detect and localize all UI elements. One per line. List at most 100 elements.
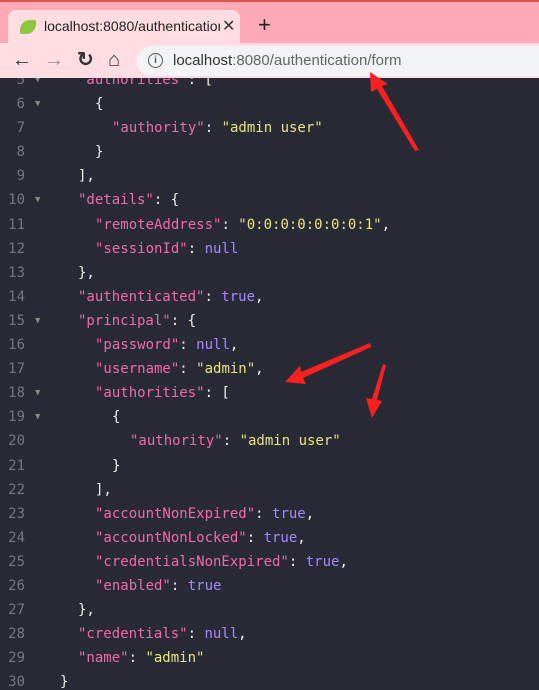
json-punctuation: }, bbox=[78, 602, 95, 619]
line-content: "password": null, bbox=[95, 333, 238, 357]
json-punctuation: , bbox=[255, 361, 264, 378]
json-punctuation: : bbox=[179, 361, 197, 378]
json-key: "credentials" bbox=[78, 626, 188, 643]
reload-icon[interactable]: ↻ bbox=[77, 48, 94, 72]
line-content: "authority": "admin user" bbox=[112, 116, 323, 140]
forward-arrow-icon[interactable]: → bbox=[44, 48, 64, 72]
line-content: "authorities": [ bbox=[78, 78, 213, 92]
json-punctuation: : bbox=[288, 553, 306, 570]
url-path: :8080/authentication/form bbox=[232, 52, 402, 69]
json-punctuation: : bbox=[128, 650, 146, 667]
json-punctuation: : bbox=[170, 577, 188, 594]
line-content: "accountNonLocked": true, bbox=[95, 526, 306, 550]
line-content: "authority": "admin user" bbox=[130, 429, 341, 453]
json-punctuation: }, bbox=[78, 264, 95, 281]
json-key: "authorities" bbox=[78, 78, 188, 88]
json-punctuation: , bbox=[305, 505, 315, 522]
line-content: }, bbox=[78, 261, 95, 285]
line-number: 30 bbox=[8, 674, 25, 690]
json-key: "details" bbox=[78, 192, 154, 209]
json-key: "password" bbox=[95, 337, 180, 354]
line-number: 7 bbox=[16, 120, 25, 137]
line-number: 15 bbox=[8, 312, 25, 329]
line-number: 27 bbox=[8, 602, 25, 619]
json-punctuation: : bbox=[187, 626, 205, 643]
back-arrow-icon[interactable]: ← bbox=[12, 48, 32, 72]
json-literal: null bbox=[204, 626, 239, 643]
json-key: "authenticated" bbox=[78, 288, 205, 305]
line-content: "principal": { bbox=[78, 309, 196, 333]
tab-title: localhost:8080/authentication/form bbox=[44, 18, 220, 34]
json-punctuation: } bbox=[60, 674, 69, 690]
line-content: "credentialsNonExpired": true, bbox=[95, 550, 348, 574]
line-number: 11 bbox=[8, 216, 25, 233]
line-content: "remoteAddress": "0:0:0:0:0:0:0:1", bbox=[95, 213, 390, 237]
browser-tab[interactable]: localhost:8080/authentication/form ✕ bbox=[8, 10, 240, 45]
close-icon[interactable]: ✕ bbox=[222, 16, 235, 36]
line-number: 20 bbox=[8, 433, 25, 450]
line-content: "name": "admin" bbox=[78, 646, 204, 670]
line-number: 25 bbox=[8, 553, 25, 570]
json-key: "accountNonExpired" bbox=[95, 505, 256, 522]
line-content: "authenticated": true, bbox=[78, 285, 263, 309]
line-content: "authorities": [ bbox=[95, 381, 230, 405]
line-number: 19 bbox=[8, 409, 25, 426]
spring-leaf-favicon-icon bbox=[20, 20, 36, 34]
json-literal: true bbox=[187, 577, 222, 594]
line-number: 12 bbox=[8, 240, 25, 257]
json-punctuation: : bbox=[179, 337, 197, 354]
line-number: 8 bbox=[16, 144, 25, 161]
fold-toggle-icon[interactable]: ▼ bbox=[35, 188, 40, 212]
json-literal: true bbox=[221, 288, 256, 305]
line-content: } bbox=[112, 454, 120, 478]
json-punctuation: ], bbox=[78, 168, 95, 185]
json-literal: true bbox=[272, 505, 306, 522]
url-text[interactable]: localhost:8080/authentication/form bbox=[173, 52, 401, 69]
line-number: 24 bbox=[8, 529, 25, 546]
toolbar: ← → ↻ ⌂ i localhost:8080/authentication/… bbox=[0, 43, 539, 78]
json-punctuation: ], bbox=[95, 481, 112, 498]
line-content: "accountNonExpired": true, bbox=[95, 502, 314, 526]
home-icon[interactable]: ⌂ bbox=[108, 48, 120, 72]
fold-toggle-icon[interactable]: ▼ bbox=[35, 78, 40, 92]
json-literal: true bbox=[263, 529, 298, 546]
line-content: } bbox=[95, 140, 103, 164]
line-number: 28 bbox=[8, 626, 25, 643]
json-punctuation: , bbox=[255, 288, 264, 305]
fold-toggle-icon[interactable]: ▼ bbox=[35, 405, 40, 429]
plus-icon[interactable]: + bbox=[258, 14, 271, 36]
line-content: "enabled": true bbox=[95, 574, 221, 598]
line-number: 9 bbox=[16, 168, 25, 185]
json-punctuation: : { bbox=[170, 312, 197, 329]
json-punctuation: , bbox=[238, 626, 247, 643]
fold-toggle-icon[interactable]: ▼ bbox=[35, 381, 40, 405]
json-punctuation: , bbox=[339, 553, 348, 570]
json-literal: true bbox=[305, 553, 340, 570]
address-bar[interactable]: i localhost:8080/authentication/form bbox=[137, 46, 539, 76]
line-content: "username": "admin", bbox=[95, 357, 264, 381]
line-number: 17 bbox=[8, 361, 25, 378]
json-string: "0:0:0:0:0:0:0:1" bbox=[238, 216, 382, 233]
json-key: "authority" bbox=[112, 120, 205, 137]
json-viewer: 5 ▼ "authorities": [6 ▼{7 "authority": "admi… bbox=[0, 78, 539, 690]
url-host: localhost bbox=[173, 52, 233, 69]
json-key: "enabled" bbox=[95, 577, 171, 594]
json-key: "principal" bbox=[78, 312, 171, 329]
json-punctuation: : [ bbox=[187, 78, 213, 88]
json-string: "admin" bbox=[196, 361, 256, 378]
line-number: 23 bbox=[8, 505, 25, 522]
json-literal: null bbox=[204, 240, 239, 257]
line-content: ], bbox=[95, 478, 112, 502]
fold-toggle-icon[interactable]: ▼ bbox=[35, 309, 40, 333]
info-icon[interactable]: i bbox=[148, 53, 163, 68]
fold-toggle-icon[interactable]: ▼ bbox=[35, 92, 40, 116]
json-key: "username" bbox=[95, 361, 180, 378]
tab-bar: localhost:8080/authentication/form ✕ + bbox=[0, 0, 539, 45]
line-number: 26 bbox=[8, 577, 25, 594]
line-number: 22 bbox=[8, 481, 25, 498]
json-key: "authority" bbox=[130, 433, 223, 450]
line-content: "sessionId": null bbox=[95, 237, 238, 261]
line-number: 16 bbox=[8, 337, 25, 354]
line-content: { bbox=[95, 92, 103, 116]
json-key: "credentialsNonExpired" bbox=[95, 553, 289, 570]
